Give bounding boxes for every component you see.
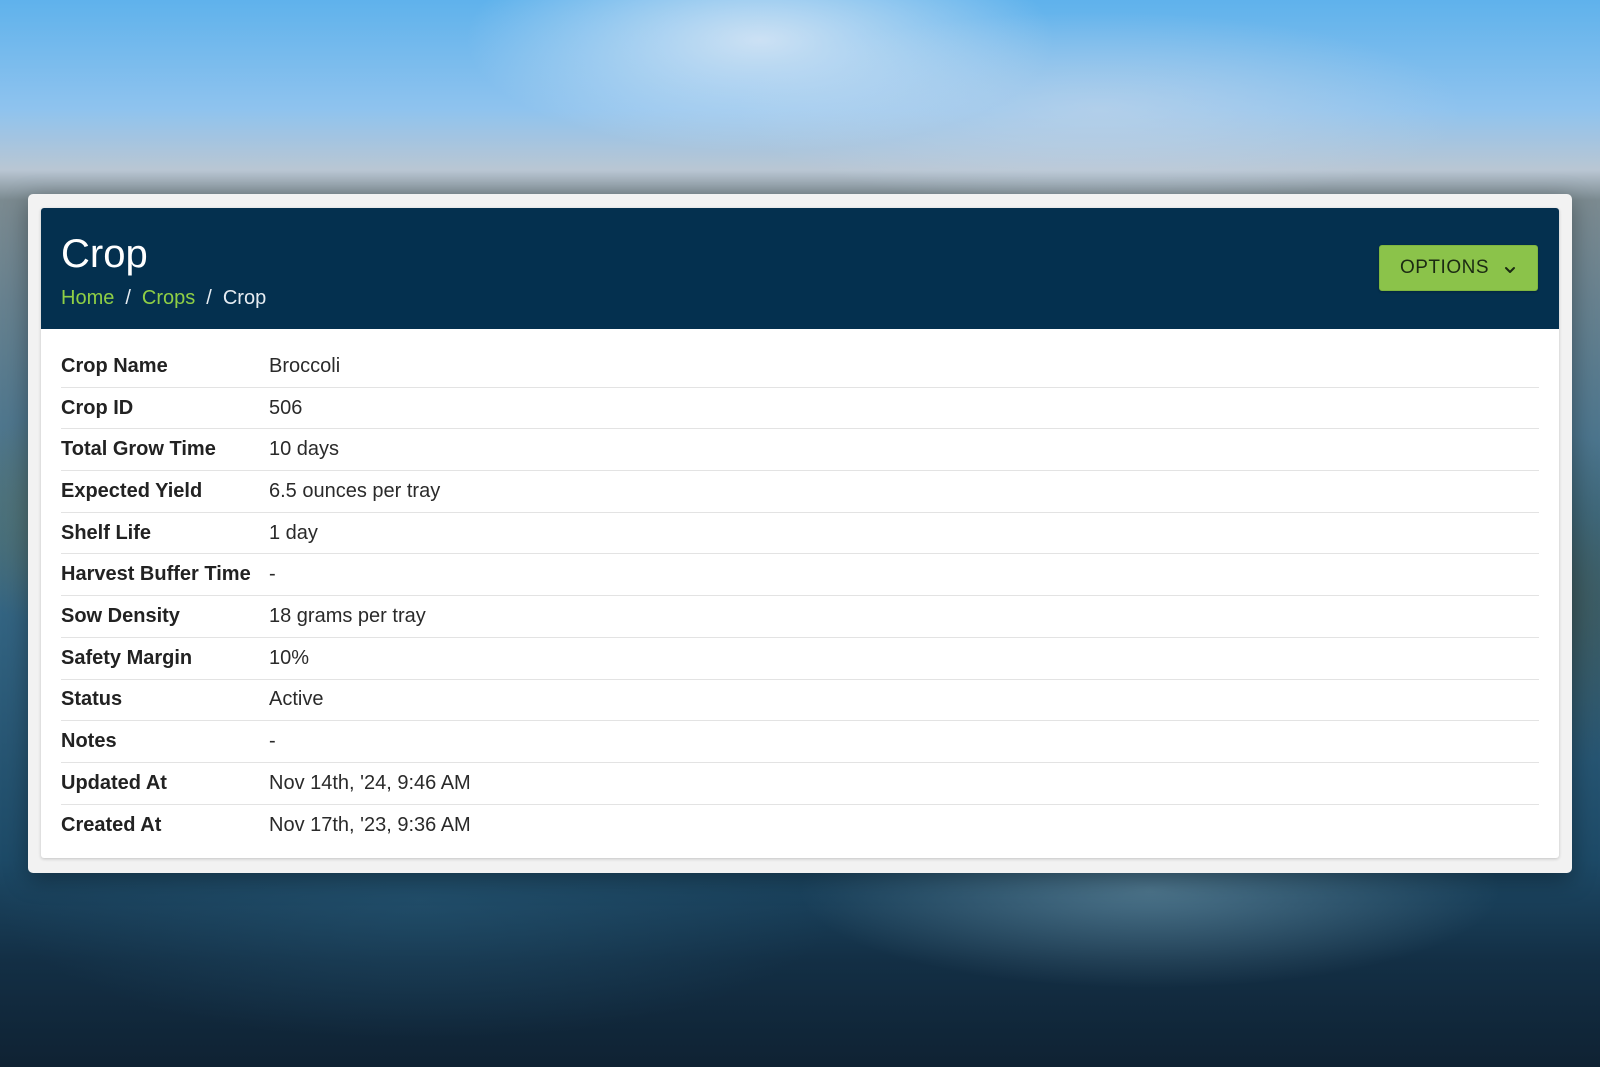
detail-label: Status (61, 688, 123, 711)
chevron-down-icon (1503, 261, 1517, 275)
detail-value: Nov 17th, '23, 9:36 AM (269, 813, 471, 836)
detail-label: Sow Density (61, 604, 180, 627)
detail-row: Notes - (61, 721, 1539, 763)
options-button-label: OPTIONS (1399, 257, 1489, 278)
detail-label: Expected Yield (61, 479, 203, 502)
detail-row: Harvest Buffer Time - (61, 554, 1539, 597)
detail-label: Crop Name (61, 354, 168, 377)
breadcrumb: Home / Crops / Crop (61, 284, 266, 312)
detail-row: Crop Name Broccoli (61, 346, 1539, 388)
breadcrumb-home-link[interactable]: Home (61, 284, 114, 312)
detail-row: Crop ID 506 (61, 388, 1539, 430)
detail-row: Total Grow Time 10 days (61, 429, 1539, 472)
detail-row: Sow Density 18 grams per tray (61, 596, 1539, 638)
detail-row: Safety Margin 10% (61, 638, 1539, 680)
card-header: Crop Home / Crops / Crop OPTIONS (41, 208, 1559, 329)
detail-value: 6.5 ounces per tray (269, 479, 441, 502)
crop-details-list: Crop Name Broccoli Crop ID 506 Total Grow Ti… (61, 346, 1539, 846)
crop-detail-card: Crop Home / Crops / Crop OPTIONS Crop Na… (41, 208, 1559, 858)
detail-row: Status Active (61, 680, 1539, 722)
detail-value: 18 grams per tray (269, 604, 426, 627)
detail-value: 10% (269, 646, 310, 669)
detail-row: Created At Nov 17th, '23, 9:36 AM (61, 805, 1539, 847)
detail-value: - (269, 563, 276, 586)
page-title: Crop (61, 232, 148, 276)
detail-value: Active (269, 688, 324, 711)
options-dropdown-button[interactable]: OPTIONS (1379, 245, 1538, 291)
detail-label: Updated At (61, 771, 167, 794)
detail-label: Created At (61, 813, 162, 836)
detail-label: Shelf Life (61, 521, 152, 544)
detail-label: Total Grow Time (61, 438, 216, 461)
detail-label: Safety Margin (61, 646, 193, 669)
detail-value: Broccoli (269, 354, 341, 377)
detail-value: 10 days (269, 438, 340, 461)
detail-label: Harvest Buffer Time (61, 563, 251, 586)
detail-value: 506 (269, 396, 303, 419)
detail-label: Notes (61, 730, 117, 753)
detail-row: Shelf Life 1 day (61, 513, 1539, 555)
breadcrumb-separator: / (206, 287, 212, 309)
detail-row: Updated At Nov 14th, '24, 9:46 AM (61, 763, 1539, 805)
breadcrumb-crops-link[interactable]: Crops (142, 284, 195, 312)
detail-value: 1 day (269, 521, 318, 544)
detail-value: Nov 14th, '24, 9:46 AM (269, 771, 471, 794)
detail-label: Crop ID (61, 396, 134, 419)
breadcrumb-separator: / (125, 287, 131, 309)
detail-row: Expected Yield 6.5 ounces per tray (61, 471, 1539, 513)
detail-value: - (269, 730, 276, 753)
breadcrumb-current: Crop (222, 287, 267, 309)
